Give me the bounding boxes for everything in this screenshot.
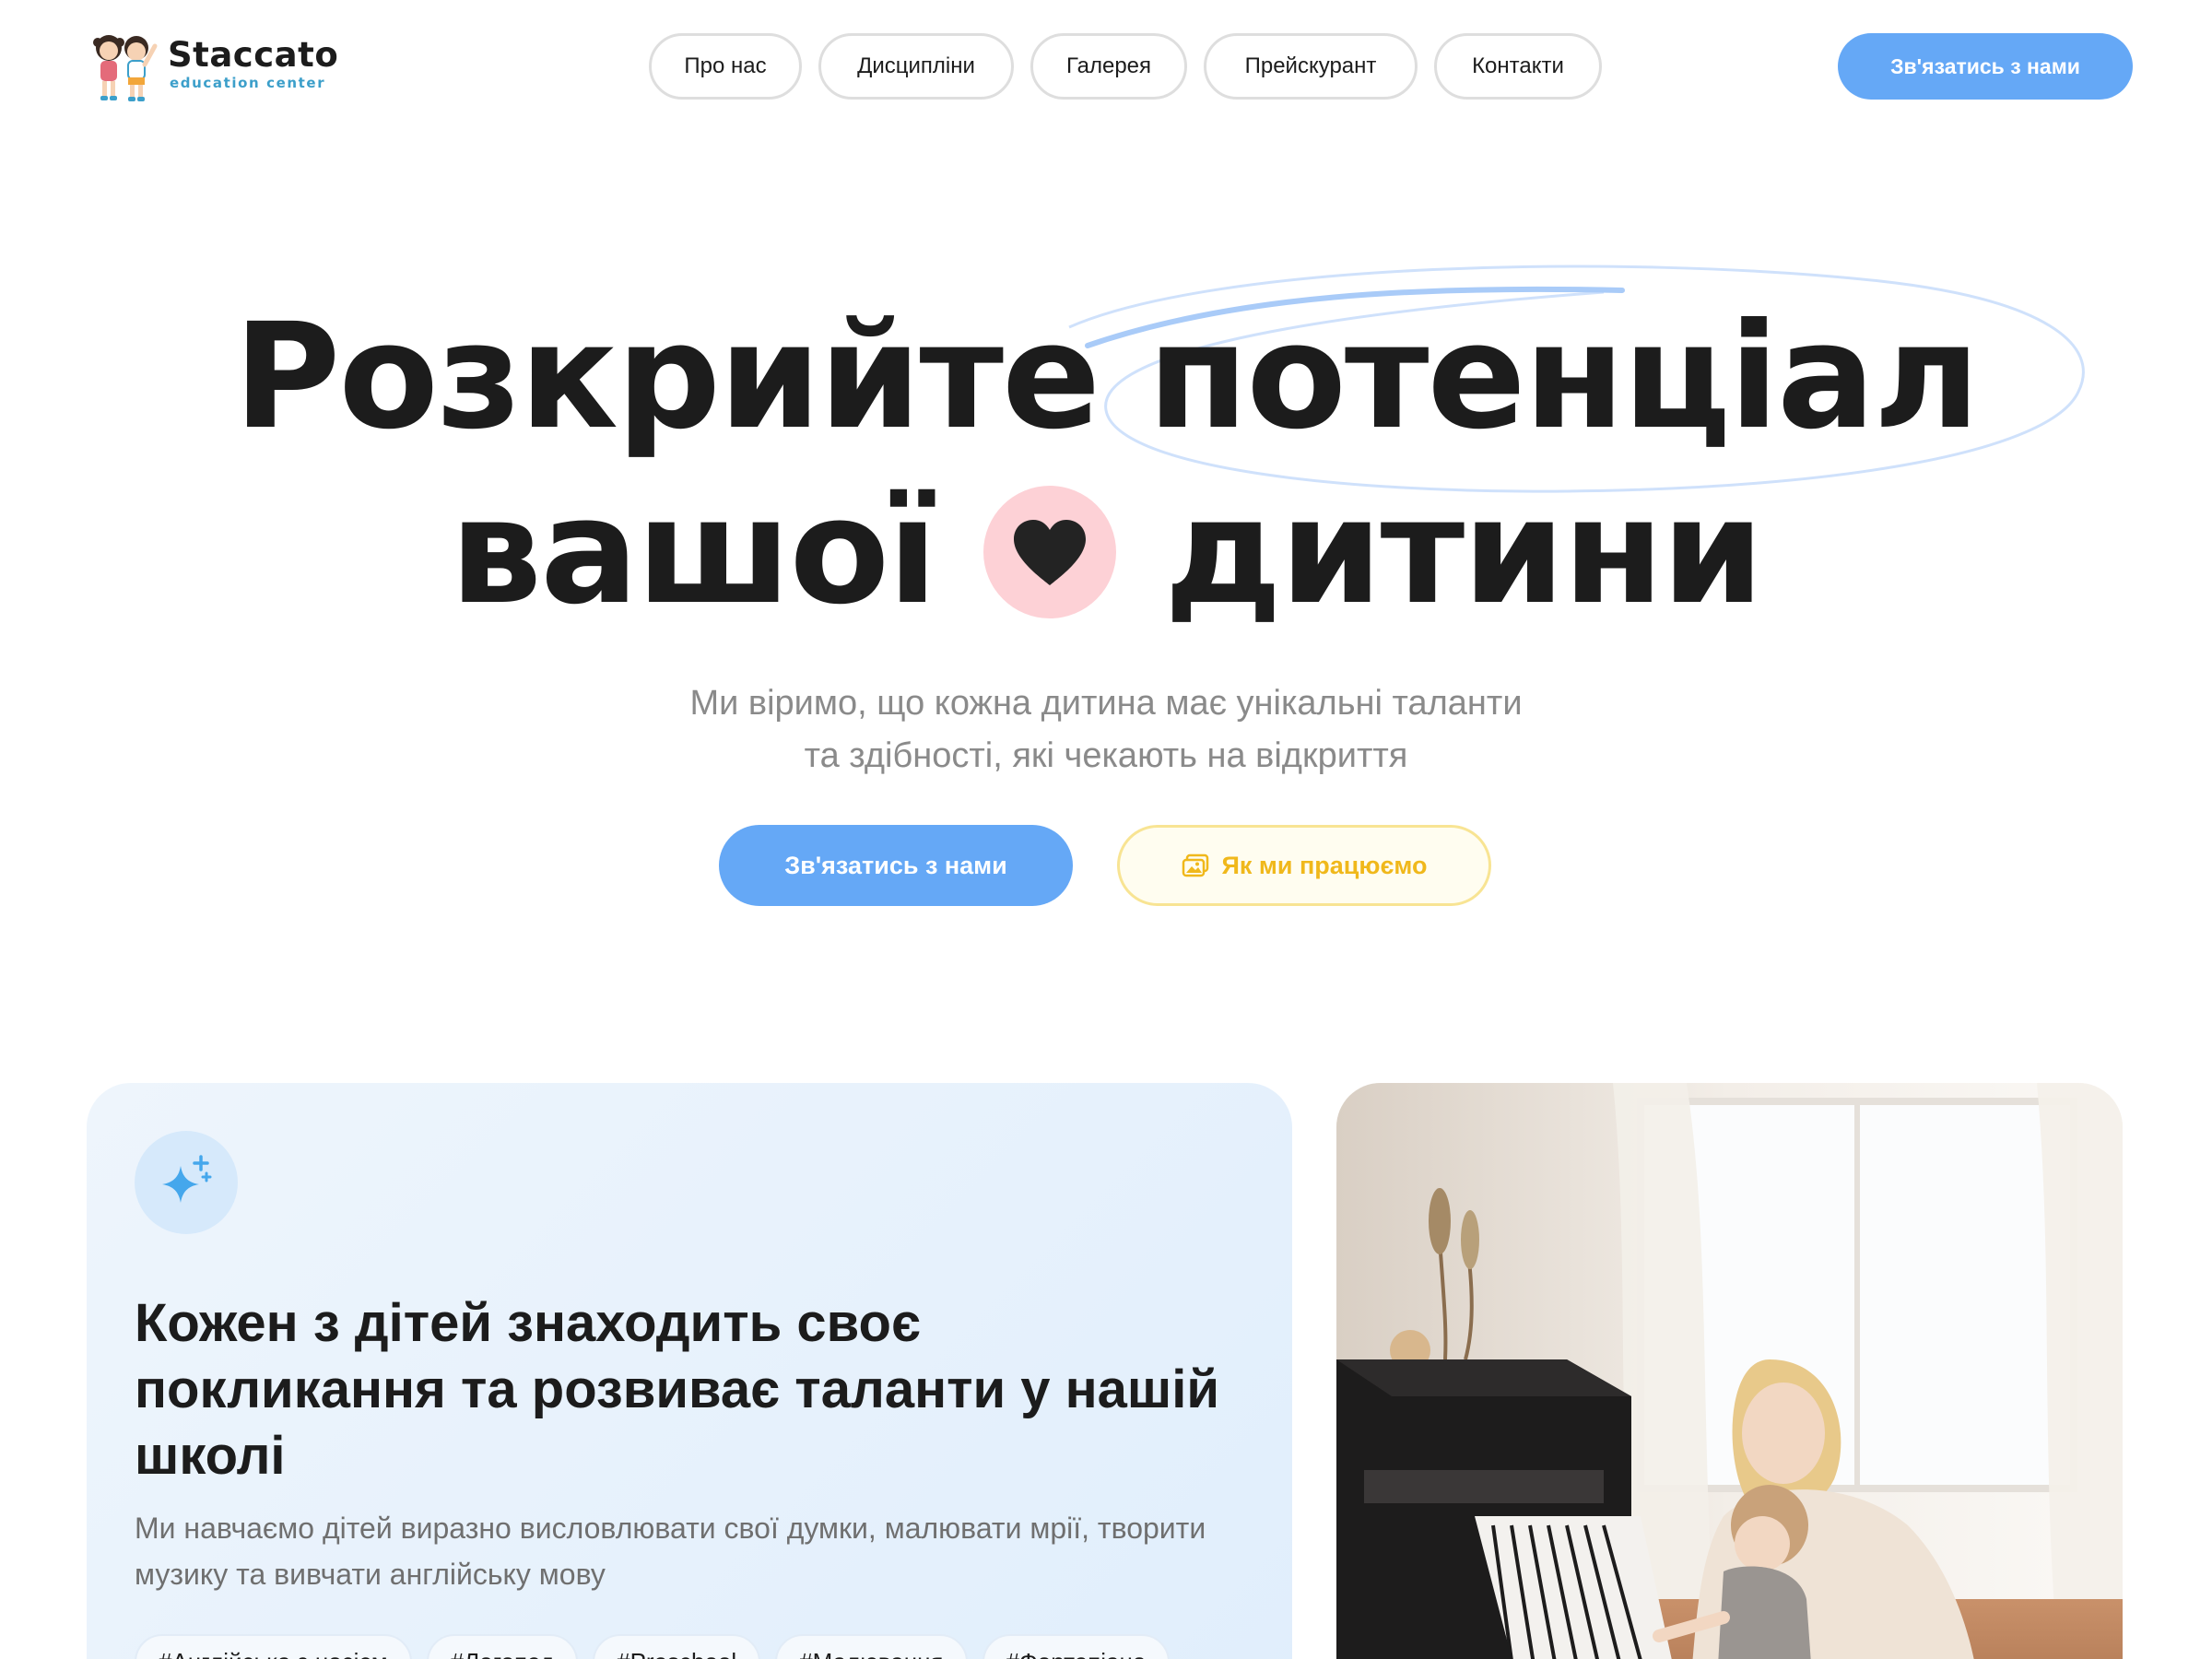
gallery-icon	[1182, 853, 1208, 877]
main-nav: Про нас Дисципліни Галерея Прейскурант К…	[649, 33, 1602, 100]
hero-subtitle-line1: Ми віримо, що кожна дитина має унікальні…	[689, 684, 1523, 723]
feature-card-title: Кожен з дітей знаходить своє покликання …	[135, 1293, 1220, 1486]
hero-buttons: Зв'язатись з нами Як ми працюємо	[719, 825, 1491, 906]
nav-item-about[interactable]: Про нас	[649, 33, 802, 100]
nav-item-pricing[interactable]: Прейскурант	[1204, 33, 1418, 100]
feature-card: Кожен з дітей знаходить своє покликання …	[87, 1083, 1292, 1659]
sparkles-icon	[135, 1131, 238, 1234]
discipline-tags: #Англійська з носієм #Логопед #Preschool…	[135, 1634, 1171, 1659]
hero-subtitle: Ми віримо, що кожна дитина має унікальні…	[553, 677, 1659, 782]
hero-title-line2: вашої дитини	[0, 479, 2212, 625]
tag-english[interactable]: #Англійська з носієм	[135, 1634, 412, 1659]
heart-icon	[983, 486, 1117, 618]
logo-subtitle: education center	[170, 75, 326, 91]
tag-piano[interactable]: #Фортепіано	[982, 1634, 1171, 1659]
feature-card-text: Ми навчаємо дітей виразно висловлювати с…	[135, 1512, 1206, 1591]
logo[interactable]: Staccato education center	[87, 20, 354, 109]
piano-photo-illustration	[1336, 1083, 2123, 1659]
logo-name: Staccato	[168, 35, 339, 75]
hero-title-line1: Розкрийте потенціал	[233, 292, 1981, 462]
kids-logo-icon	[93, 35, 158, 101]
page: Staccato education center Про нас Дисцип…	[0, 0, 2212, 1659]
header-contact-button[interactable]: Зв'язатись з нами	[1838, 33, 2133, 100]
logo-text: Staccato education center	[168, 38, 338, 91]
header: Staccato education center Про нас Дисцип…	[0, 0, 2212, 134]
how-we-work-button[interactable]: Як ми працюємо	[1117, 825, 1491, 906]
nav-item-disciplines[interactable]: Дисципліни	[818, 33, 1014, 100]
nav-item-gallery[interactable]: Галерея	[1030, 33, 1187, 100]
hero-subtitle-line2: та здібності, які чекають на відкриття	[804, 736, 1408, 775]
hero-title-word-left: вашої	[450, 467, 937, 637]
hero-contact-button[interactable]: Зв'язатись з нами	[719, 825, 1073, 906]
hero-title-word-right: дитини	[1164, 467, 1763, 637]
tag-drawing[interactable]: #Малювання	[775, 1634, 968, 1659]
how-we-work-label: Як ми працюємо	[1221, 851, 1428, 879]
piano-lesson-photo	[1336, 1083, 2123, 1659]
nav-item-contacts[interactable]: Контакти	[1434, 33, 1602, 100]
tag-speech-therapist[interactable]: #Логопед	[426, 1634, 579, 1659]
tag-preschool[interactable]: #Preschool	[593, 1634, 761, 1659]
